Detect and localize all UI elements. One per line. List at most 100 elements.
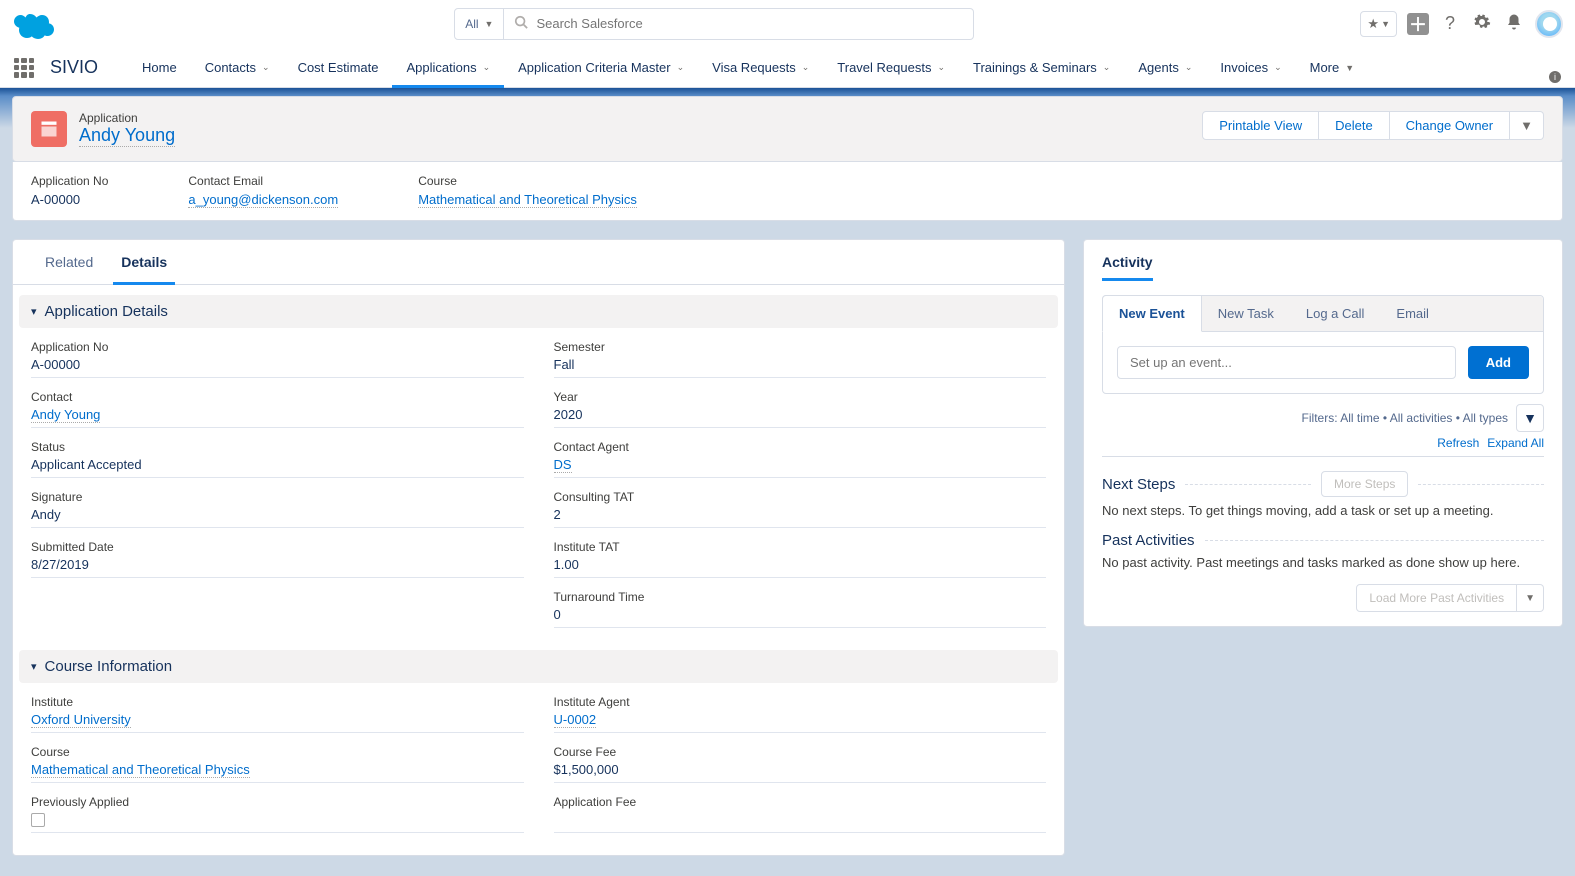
global-nav: SIVIO Home Contacts⌄ Cost Estimate Appli… [0,48,1575,88]
load-more-dropdown[interactable]: ▼ [1517,584,1544,612]
chevron-down-icon: ▾ [31,660,37,673]
chevron-down-icon: ▼ [485,19,494,29]
search-scope-label: All [465,17,478,31]
activity-filters: Filters: All time • All activities • All… [1102,404,1544,432]
highlight-contact-email: Contact Email a_young@dickenson.com [188,174,338,208]
help-button[interactable]: ? [1439,13,1461,35]
section-header-application-details[interactable]: ▾ Application Details [19,295,1058,328]
section-application-details: ▾ Application Details Application No A-0… [19,295,1058,640]
load-more-button[interactable]: Load More Past Activities [1356,584,1517,612]
filter-button[interactable]: ▼ [1516,404,1544,432]
setup-button[interactable] [1471,13,1493,35]
change-owner-button[interactable]: Change Owner [1390,111,1510,140]
app-launcher-icon[interactable] [14,58,34,78]
nav-tab-criteria-master[interactable]: Application Criteria Master⌄ [504,48,698,87]
course-link[interactable]: Mathematical and Theoretical Physics [418,192,637,208]
refresh-link[interactable]: Refresh [1437,436,1479,450]
content-row: Related Details ▾ Application Details Ap… [12,239,1563,856]
printable-view-button[interactable]: Printable View [1202,111,1319,140]
gear-icon [1473,13,1491,34]
notifications-button[interactable] [1503,13,1525,35]
object-label: Application [79,111,175,125]
nav-tab-applications[interactable]: Applications⌄ [392,48,504,87]
nav-tabs: Home Contacts⌄ Cost Estimate Application… [128,48,1368,87]
chevron-down-icon: ⌄ [937,62,945,73]
field-submitted-date: Submitted Date 8/27/2019✎ [31,534,524,584]
field-signature: Signature Andy✎ [31,484,524,534]
plus-icon: ＋ [1409,11,1427,37]
more-steps-button[interactable]: More Steps [1321,471,1408,497]
nav-tab-agents[interactable]: Agents⌄ [1124,48,1206,87]
field-course-fee: Course Fee $1,500,000 [554,739,1047,789]
contact-link[interactable]: Andy Young [31,407,100,423]
tab-related[interactable]: Related [31,240,107,284]
salesforce-logo[interactable] [12,9,56,39]
chevron-down-icon: ▾ [31,305,37,318]
activity-composer: New Event New Task Log a Call Email Add [1102,295,1544,394]
nav-tab-visa-requests[interactable]: Visa Requests⌄ [698,48,823,87]
chevron-down-icon: ⌄ [1103,62,1111,73]
info-icon[interactable]: i [1549,71,1561,83]
global-add-button[interactable]: ＋ [1407,13,1429,35]
chevron-down-icon: ▼ [1381,19,1390,29]
chevron-down-icon: ⌄ [677,62,685,73]
activity-tab-header[interactable]: Activity [1102,254,1153,281]
field-status: Status Applicant Accepted✎ [31,434,524,484]
event-subject-input[interactable] [1117,346,1456,379]
field-application-fee: Application Fee [554,789,1047,839]
nav-tab-invoices[interactable]: Invoices⌄ [1206,48,1295,87]
contact-email-link[interactable]: a_young@dickenson.com [188,192,338,208]
act-tab-log-call[interactable]: Log a Call [1290,296,1381,331]
contact-agent-link[interactable]: DS [554,457,572,473]
section-header-course-information[interactable]: ▾ Course Information [19,650,1058,683]
chevron-down-icon: ⌄ [1274,62,1282,73]
field-institute: Institute Oxford University✎ [31,689,524,739]
search-icon [514,15,528,32]
search-input[interactable] [536,16,963,31]
institute-agent-link[interactable]: U-0002 [554,712,597,728]
field-course: Course Mathematical and Theoretical Phys… [31,739,524,789]
app-name: SIVIO [50,57,98,78]
field-contact: Contact Andy Young✎ [31,384,524,434]
no-next-steps-text: No next steps. To get things moving, add… [1102,503,1544,518]
nav-tab-more[interactable]: More▼ [1296,48,1369,87]
chevron-down-icon: ⌄ [802,62,810,73]
act-tab-email[interactable]: Email [1380,296,1445,331]
details-panel: Related Details ▾ Application Details Ap… [12,239,1065,856]
nav-tab-contacts[interactable]: Contacts⌄ [191,48,284,87]
favorites-dropdown[interactable]: ★▼ [1360,11,1397,37]
record-header: Application Andy Young Printable View De… [12,96,1563,162]
record-name-link[interactable]: Andy Young [79,125,175,147]
delete-button[interactable]: Delete [1319,111,1390,140]
chevron-down-icon: ⌄ [1185,62,1193,73]
main-tabs: Related Details [13,240,1064,285]
nav-tab-cost-estimate[interactable]: Cost Estimate [284,48,393,87]
institute-link[interactable]: Oxford University [31,712,131,728]
star-icon: ★ [1367,16,1379,32]
course-detail-link[interactable]: Mathematical and Theoretical Physics [31,762,250,778]
more-actions-dropdown[interactable]: ▼ [1510,111,1544,140]
previously-applied-checkbox[interactable] [31,813,45,827]
header-utility-icons: ★▼ ＋ ? [1360,10,1563,38]
chevron-down-icon: ⌄ [483,62,491,73]
field-consulting-tat: Consulting TAT 2 [554,484,1047,534]
user-avatar[interactable] [1535,10,1563,38]
nav-tab-travel-requests[interactable]: Travel Requests⌄ [823,48,959,87]
past-activities-header: Past Activities [1102,532,1544,549]
act-tab-new-event[interactable]: New Event [1102,295,1202,332]
field-institute-agent: Institute Agent U-0002✎ [554,689,1047,739]
tab-details[interactable]: Details [107,240,181,284]
nav-tab-trainings[interactable]: Trainings & Seminars⌄ [959,48,1124,87]
question-icon: ? [1445,13,1455,34]
activity-panel: Activity New Event New Task Log a Call E… [1083,239,1563,627]
add-event-button[interactable]: Add [1468,346,1529,379]
search-scope-dropdown[interactable]: All ▼ [455,9,504,39]
record-actions: Printable View Delete Change Owner ▼ [1202,111,1544,140]
nav-tab-home[interactable]: Home [128,48,191,87]
section-course-information: ▾ Course Information Institute Oxford Un… [19,650,1058,845]
act-tab-new-task[interactable]: New Task [1202,296,1290,331]
page-body: Application Andy Young Printable View De… [0,88,1575,876]
chevron-down-icon: ▼ [1520,118,1533,133]
expand-all-link[interactable]: Expand All [1487,436,1544,450]
field-semester: Semester Fall✎ [554,334,1047,384]
